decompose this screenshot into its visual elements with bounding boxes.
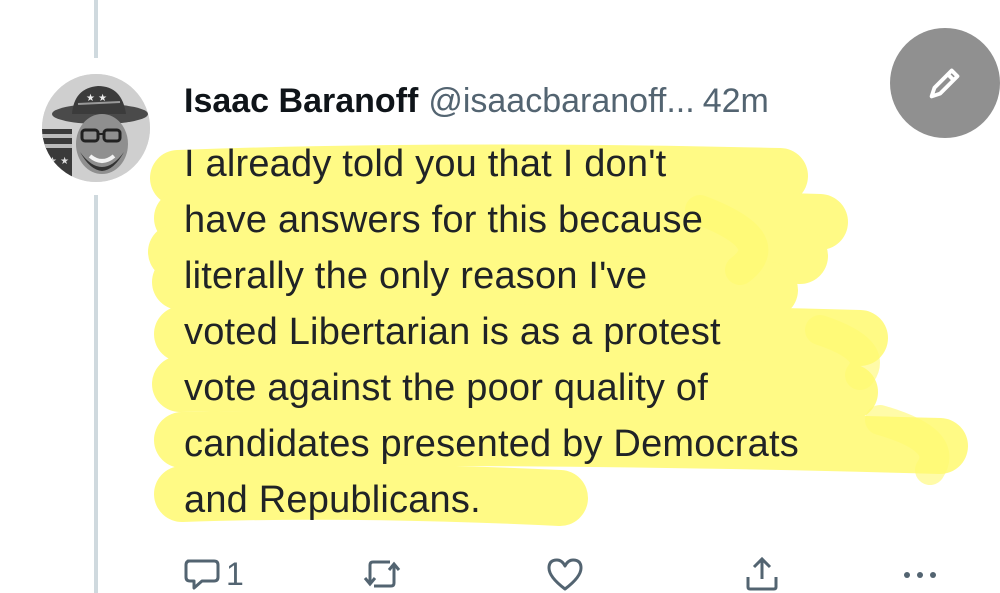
avatar[interactable]: ★ ★ ★ ★ bbox=[42, 74, 150, 182]
reply-count: 1 bbox=[226, 555, 244, 592]
tweet-text-line: vote against the poor quality of bbox=[184, 367, 708, 409]
thread-connector-line bbox=[94, 0, 98, 58]
author-display-name[interactable]: Isaac Baranoff bbox=[184, 82, 418, 120]
pencil-icon bbox=[929, 68, 960, 99]
retweet-icon[interactable] bbox=[370, 0, 398, 6]
share-button[interactable] bbox=[742, 554, 782, 593]
heart-icon bbox=[547, 558, 583, 591]
tweet-text-line: candidates presented by Democrats bbox=[184, 423, 799, 465]
tweet-text-line: and Republicans. bbox=[184, 479, 481, 521]
tweet-text-line: voted Libertarian is as a protest bbox=[184, 311, 721, 353]
retweet-icon bbox=[363, 560, 401, 588]
compose-button[interactable] bbox=[890, 28, 1000, 138]
retweet-button[interactable] bbox=[362, 554, 402, 593]
svg-text:★ ★: ★ ★ bbox=[48, 156, 69, 167]
tweet-thread-view: ★ ★ ★ ★ Isaac Baranoff @isaacbaranoff...… bbox=[0, 0, 1000, 593]
author-handle[interactable]: @isaacbaranoff... bbox=[428, 82, 694, 120]
tweet-text-line: have answers for this because bbox=[184, 199, 704, 241]
svg-text:★ ★: ★ ★ bbox=[86, 93, 107, 104]
like-button[interactable] bbox=[545, 554, 585, 593]
reply-icon bbox=[184, 559, 220, 590]
tweet-text-line: literally the only reason I've bbox=[184, 255, 648, 297]
reply-icon[interactable] bbox=[186, 0, 214, 6]
tweet-timestamp[interactable]: 42m bbox=[703, 82, 769, 120]
avatar-cowboy-hat-photo: ★ ★ ★ ★ bbox=[42, 74, 150, 182]
more-button[interactable] bbox=[900, 554, 940, 593]
heart-icon[interactable] bbox=[555, 0, 583, 6]
tweet-header: Isaac Baranoff @isaacbaranoff... 42m bbox=[184, 76, 964, 126]
tweet-text-line: I already told you that I don't bbox=[184, 143, 667, 185]
thread-connector-line bbox=[94, 195, 98, 593]
share-icon bbox=[746, 556, 778, 591]
share-icon[interactable] bbox=[748, 0, 776, 6]
tweet-text: I already told you that I don't have ans… bbox=[184, 136, 974, 528]
more-icon bbox=[904, 572, 936, 578]
reply-button[interactable]: 1 bbox=[182, 554, 244, 593]
